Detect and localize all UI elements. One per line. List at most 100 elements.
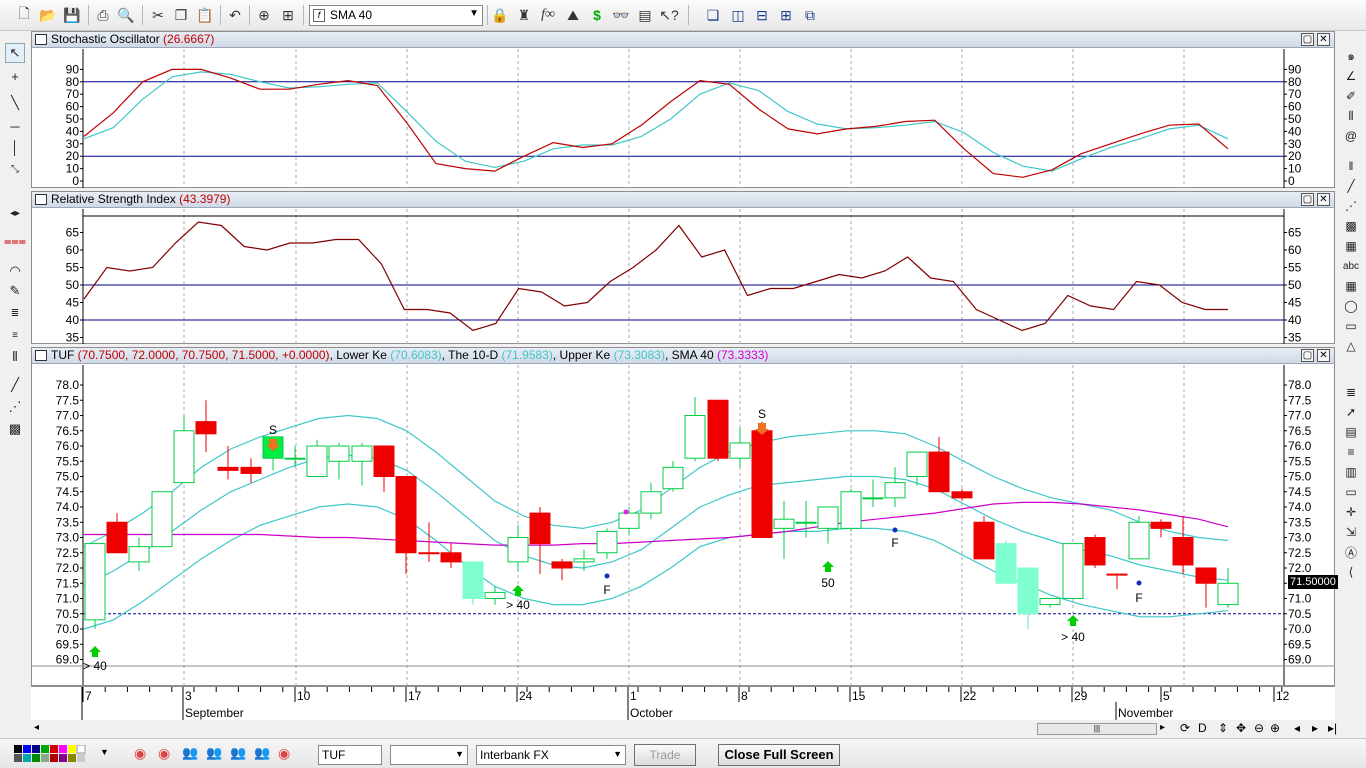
scroll-left-right-icon[interactable]: ◂▸ — [5, 203, 25, 223]
trade-button[interactable]: Trade — [634, 744, 696, 766]
open-icon[interactable]: 📂 — [38, 5, 58, 25]
tile-horizontal-icon[interactable]: ⊟ — [752, 5, 772, 25]
cascade-icon[interactable]: ❏ — [703, 5, 723, 25]
levels-icon[interactable]: ≣ — [1341, 383, 1361, 401]
tile-grid-icon[interactable]: ⊞ — [776, 5, 796, 25]
symbol-input[interactable]: TUF — [318, 745, 382, 765]
chart-level-icon[interactable]: ⛰ — [563, 5, 583, 25]
indicator-select[interactable]: f SMA 40 ▼ — [309, 5, 483, 26]
spiral-icon[interactable]: ๑ — [1341, 47, 1361, 65]
stamp-icon[interactable]: ♜ — [514, 5, 534, 25]
marker-icon[interactable]: ▤ — [1341, 423, 1361, 441]
vertical-line-icon[interactable]: │ — [5, 137, 25, 157]
vertical-zoom-icon[interactable]: ⇕ — [1218, 721, 1228, 735]
gann-line-icon[interactable]: ╱ — [1341, 177, 1361, 195]
close-icon[interactable]: ✕ — [1317, 193, 1330, 206]
line-tool-icon[interactable]: ╱ — [5, 375, 25, 395]
layout-icon[interactable]: ⧉ — [800, 5, 820, 25]
comment-icon[interactable]: ▭ — [1341, 483, 1361, 501]
cycle-lines-icon[interactable]: ⦀ — [1341, 107, 1361, 125]
zoom-out-icon[interactable]: ⊖ — [1254, 721, 1264, 735]
rsi-pane[interactable]: Relative Strength Index (43.3979) ▢ ✕ 65… — [31, 191, 1335, 344]
maximize-icon[interactable]: ▢ — [1301, 193, 1314, 206]
maximize-icon[interactable]: ▢ — [1301, 33, 1314, 46]
period-lines-icon[interactable]: ‖ — [1341, 157, 1361, 175]
browser-icon[interactable]: ◉ — [278, 745, 290, 762]
function-icon[interactable]: f∞ — [538, 5, 558, 25]
text-abc-icon[interactable]: abc — [1341, 257, 1361, 275]
select-arrow-icon[interactable]: ↖ — [5, 43, 25, 63]
close-full-screen-button[interactable]: Close Full Screen — [718, 744, 840, 766]
grid-icon[interactable]: ▦ — [1341, 237, 1361, 255]
cross-tool-icon[interactable]: ✛ — [1341, 503, 1361, 521]
new-icon[interactable]: 🗋 — [14, 5, 34, 25]
next-icon[interactable]: ▸ — [1312, 721, 1318, 735]
bracket-icon[interactable]: ⟨ — [1341, 563, 1361, 581]
paste-icon[interactable]: 📋 — [195, 5, 215, 25]
ray-icon[interactable]: ⤡ — [5, 159, 25, 179]
fibonacci-icon[interactable]: ≣ — [5, 303, 25, 323]
people-icon[interactable]: 👥 — [230, 745, 246, 761]
dollar-icon[interactable]: $ — [587, 5, 607, 25]
close-icon[interactable]: ✕ — [1317, 349, 1330, 362]
zoom-in-icon[interactable]: ⊕ — [1270, 721, 1280, 735]
tile-vertical-icon[interactable]: ◫ — [728, 5, 748, 25]
crosshair-icon[interactable]: ⊕ — [254, 5, 274, 25]
retracement-icon[interactable]: ≡ — [5, 325, 25, 345]
angle-icon[interactable]: ∠ — [1341, 67, 1361, 85]
print-preview-icon[interactable]: 🔍 — [116, 5, 136, 25]
d-icon[interactable]: D — [1198, 721, 1207, 735]
scroll-right-icon[interactable]: ▸ — [1160, 722, 1165, 733]
crosshair-tool-icon[interactable]: + — [5, 66, 25, 86]
people-icon[interactable]: 👥 — [254, 745, 270, 761]
people-icon[interactable]: 👥 — [182, 745, 198, 761]
binoculars-icon[interactable]: 👓 — [611, 5, 631, 25]
horizontal-line-icon[interactable]: ─ — [5, 116, 25, 136]
gann-fan-icon[interactable]: ⋰ — [1341, 197, 1361, 215]
label-icon[interactable]: Ⓐ — [1341, 543, 1361, 561]
cut-icon[interactable]: ✂ — [148, 5, 168, 25]
arc-icon[interactable]: ◠ — [5, 261, 25, 281]
prev-icon[interactable]: ◂ — [1294, 721, 1300, 735]
palette-dropdown-icon[interactable]: ▼ — [100, 747, 109, 757]
undo-icon[interactable]: ↶ — [225, 5, 245, 25]
browser-icon[interactable]: ◉ — [158, 745, 170, 762]
stochastic-pane[interactable]: Stochastic Oscillator (26.6667) ▢ ✕ 90 90… — [31, 31, 1335, 188]
extend-icon[interactable]: ⇲ — [1341, 523, 1361, 541]
print-icon[interactable]: ⎙ — [93, 5, 113, 25]
help-icon[interactable]: ↖? — [659, 5, 679, 25]
hatch-icon[interactable]: ▥ — [1341, 463, 1361, 481]
time-zones-icon[interactable]: ⦀ — [5, 347, 25, 367]
blank-select[interactable]: ▼ — [390, 745, 468, 765]
save-icon[interactable]: 💾 — [62, 5, 82, 25]
table-icon[interactable]: ▦ — [1341, 277, 1361, 295]
color-palette[interactable] — [14, 744, 98, 763]
zoom-icon[interactable]: ⊞ — [278, 5, 298, 25]
ellipse-icon[interactable]: ◯ — [1341, 297, 1361, 315]
fan-icon[interactable]: ⋰ — [5, 397, 25, 417]
horizontal-scrollbar-thumb[interactable]: ||| — [1037, 723, 1157, 735]
feed-select[interactable]: Interbank FX ▼ — [476, 745, 626, 765]
triangle-icon[interactable]: △ — [1341, 337, 1361, 355]
move-icon[interactable]: ✥ — [1236, 721, 1246, 735]
trendline-icon[interactable]: ╲ — [5, 93, 25, 113]
copy-icon[interactable]: ❐ — [171, 5, 191, 25]
properties-icon[interactable]: ▤ — [635, 5, 655, 25]
browser-icon[interactable]: ◉ — [134, 745, 146, 762]
spiral-2-icon[interactable]: @ — [1341, 127, 1361, 145]
price-pane[interactable]: TUF (70.7500, 72.0000, 70.7500, 71.5000,… — [31, 347, 1338, 686]
lock-icon[interactable]: 🔒 — [490, 5, 510, 25]
pencil-icon[interactable]: ✐ — [1341, 87, 1361, 105]
gann-grid-icon[interactable]: ▩ — [1341, 217, 1361, 235]
maximize-icon[interactable]: ▢ — [1301, 349, 1314, 362]
people-icon[interactable]: 👥 — [206, 745, 222, 761]
arrow-tool-icon[interactable]: ➚ — [1341, 403, 1361, 421]
pen-icon[interactable]: ✎ — [5, 281, 25, 301]
rectangle-icon[interactable]: ▭ — [1341, 317, 1361, 335]
grid-pattern-icon[interactable]: ▩ — [5, 419, 25, 439]
refresh-icon[interactable]: ⟳ — [1180, 721, 1190, 735]
channel-icon[interactable]: ⩶ — [4, 231, 26, 251]
close-icon[interactable]: ✕ — [1317, 33, 1330, 46]
scroll-left-icon[interactable]: ◂ — [34, 722, 39, 733]
lines-icon[interactable]: ≡ — [1341, 443, 1361, 461]
